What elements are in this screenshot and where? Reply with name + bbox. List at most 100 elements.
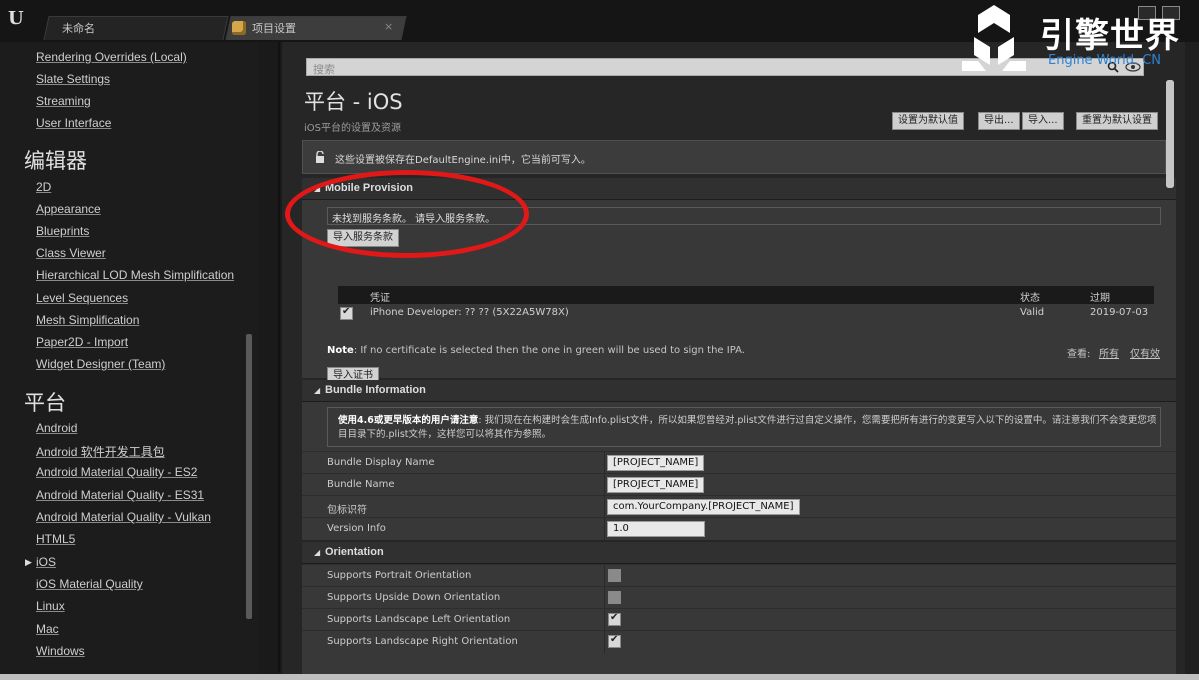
property-row-landscape-left: Supports Landscape Left Orientation [302,608,1176,631]
property-key: Bundle Name [327,479,395,490]
property-key: Supports Landscape Right Orientation [327,636,518,647]
bundle-warning-box: 使用4.6或更早版本的用户请注意: 我们现在在构建时会生成Info.plist文… [327,407,1161,447]
sidebar-item-ios-material-quality[interactable]: iOS Material Quality [36,577,143,595]
portrait-checkbox[interactable] [608,569,621,582]
property-row-upside-down: Supports Upside Down Orientation [302,586,1176,609]
column-divider [604,631,605,653]
sidebar-item-windows[interactable]: Windows [36,644,85,662]
version-info-field[interactable]: 1.0 [607,521,705,537]
collapse-triangle-icon: ◢ [314,548,321,557]
section-header-orientation[interactable]: ◢ Orientation [302,542,1176,564]
property-row-bundle-identifier: 包标识符 com.YourCompany.[PROJECT_NAME] [302,495,1176,518]
window-frame-bottom [0,674,1199,680]
unlocked-icon [316,151,324,163]
main-scrollbar-thumb[interactable] [1166,80,1174,188]
property-key: 包标识符 [327,505,367,516]
certificate-expiry: 2019-07-03 [1090,307,1149,318]
engine-world-logo-icon [962,5,1026,71]
notice-text: 这些设置被保存在DefaultEngine.ini中，它当前可写入。 [335,155,591,166]
certificate-table-header: 凭证 状态 过期 [338,286,1154,304]
sidebar-item-android[interactable]: Android [36,421,77,439]
unreal-logo-icon: U [8,8,24,29]
sidebar-item-html5[interactable]: HTML5 [36,532,75,550]
sidebar-item-ios[interactable]: iOS [36,555,56,573]
sidebar-item-android-sdk[interactable]: Android 软件开发工具包 [36,443,165,461]
property-key: Version Info [327,523,386,534]
certificate-checkbox[interactable] [340,306,353,320]
settings-tab-icon [232,21,246,35]
upside-down-checkbox[interactable] [608,591,621,604]
sidebar-item-level-sequences[interactable]: Level Sequences [36,291,128,309]
view-all-link[interactable]: 所有 [1099,345,1119,360]
set-as-default-button[interactable]: 设置为默认值 [892,112,964,130]
note-text: : If no certificate is selected then the… [353,345,745,356]
col-certificate: 凭证 [370,293,390,304]
certificate-status: Valid [1020,307,1045,318]
sidebar-item-linux[interactable]: Linux [36,599,65,617]
section-title: Orientation [325,546,384,558]
note-label: Note [327,345,354,356]
property-row-bundle-display-name: Bundle Display Name [PROJECT_NAME] [302,451,1176,474]
sidebar-item-2d[interactable]: 2D [36,180,51,198]
col-status: 状态 [1020,293,1040,304]
sidebar-header-platform: 平台 [24,391,66,415]
page-subtitle: iOS平台的设置及资源 [304,123,401,134]
signing-note: Note: If no certificate is selected then… [327,345,745,356]
section-header-bundle-information[interactable]: ◢ Bundle Information [302,380,1176,402]
highlight-annotation-oval [285,170,529,258]
property-key: Supports Upside Down Orientation [327,592,501,603]
sidebar-item-hlod-mesh-simplification[interactable]: Hierarchical LOD Mesh Simplification [36,268,234,286]
sidebar-item-slate-settings[interactable]: Slate Settings [36,72,110,90]
sidebar-item-user-interface[interactable]: User Interface [36,116,111,134]
column-divider [604,452,605,474]
tab-project-settings-label: 项目设置 [252,22,296,35]
config-notice: 这些设置被保存在DefaultEngine.ini中，它当前可写入。 [302,140,1166,174]
column-divider [604,496,605,518]
view-label: 查看: [1067,349,1091,360]
property-row-bundle-name: Bundle Name [PROJECT_NAME] [302,473,1176,496]
property-row-version-info: Version Info 1.0 [302,517,1176,540]
sidebar-item-mac[interactable]: Mac [36,622,59,640]
property-row-landscape-right: Supports Landscape Right Orientation [302,630,1176,653]
property-key: Supports Landscape Left Orientation [327,614,511,625]
bundle-display-name-field[interactable]: [PROJECT_NAME] [607,455,705,471]
sidebar-item-paper2d-import[interactable]: Paper2D - Import [36,335,128,353]
bundle-identifier-field[interactable]: com.YourCompany.[PROJECT_NAME] [607,499,800,515]
bundle-warning-bold: 使用4.6或更早版本的用户请注意 [338,415,479,426]
watermark-title: 引擎世界 [1040,16,1180,56]
sidebar-divider [278,42,280,672]
sidebar-item-class-viewer[interactable]: Class Viewer [36,246,106,264]
sidebar-item-android-mq-vulkan[interactable]: Android Material Quality - Vulkan [36,510,211,528]
bundle-name-field[interactable]: [PROJECT_NAME] [607,477,705,493]
selected-arrow-icon: ▶ [25,558,32,568]
landscape-right-checkbox[interactable] [608,634,621,648]
table-row[interactable]: iPhone Developer: ?? ?? (5X22A5W78X) Val… [338,304,1154,322]
sidebar-item-android-mq-es2[interactable]: Android Material Quality - ES2 [36,465,197,483]
page-title: 平台 - iOS [304,90,403,114]
property-key: Bundle Display Name [327,457,435,468]
sidebar-item-android-mq-es31[interactable]: Android Material Quality - ES31 [36,488,204,506]
bundle-information-body: 使用4.6或更早版本的用户请注意: 我们现在在构建时会生成Info.plist文… [302,402,1176,540]
sidebar-item-mesh-simplification[interactable]: Mesh Simplification [36,313,139,331]
collapse-triangle-icon: ◢ [314,386,321,395]
reset-to-defaults-button[interactable]: 重置为默认设置 [1076,112,1158,130]
sidebar-item-appearance[interactable]: Appearance [36,202,101,220]
property-key: Supports Portrait Orientation [327,570,472,581]
sidebar-item-rendering-overrides[interactable]: Rendering Overrides (Local) [36,50,187,68]
certificate-name: iPhone Developer: ?? ?? (5X22A5W78X) [370,307,569,318]
settings-panel: 搜索 平台 - iOS iOS平台的设置及资源 设置为默认值 导出... 导入.… [282,42,1185,674]
export-button[interactable]: 导出... [978,112,1020,130]
view-valid-only-link[interactable]: 仅有效 [1130,345,1160,360]
column-divider [604,474,605,496]
column-divider [604,609,605,631]
landscape-left-checkbox[interactable] [608,612,621,626]
tab-close-icon[interactable]: × [384,20,393,33]
watermark-subtitle: Engine World. CN [1048,53,1162,68]
bundle-warning-text: 使用4.6或更早版本的用户请注意: 我们现在在构建时会生成Info.plist文… [338,414,1158,442]
sidebar-item-streaming[interactable]: Streaming [36,94,91,112]
column-divider [604,565,605,587]
sidebar-item-blueprints[interactable]: Blueprints [36,224,89,242]
sidebar-item-widget-designer[interactable]: Widget Designer (Team) [36,357,165,375]
import-button[interactable]: 导入... [1022,112,1064,130]
sidebar-scrollbar[interactable] [246,334,252,619]
